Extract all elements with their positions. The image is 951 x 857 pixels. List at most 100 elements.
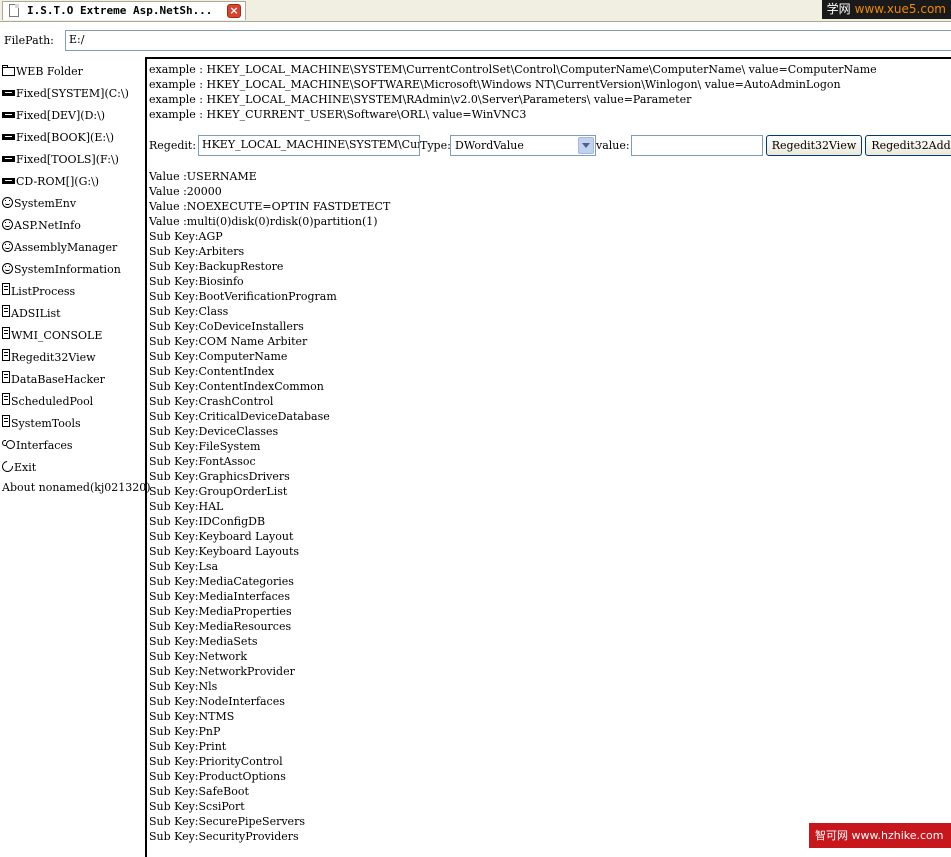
site-watermark: 学网 www.xue5.com: [821, 0, 951, 19]
sidebar-item[interactable]: ADSIList: [2, 304, 61, 324]
sidebar-item-label: WEB Folder: [16, 65, 83, 78]
sidebar-item-label: WMI_CONSOLE: [11, 329, 103, 342]
sidebar-item[interactable]: Fixed[SYSTEM](C:\): [2, 84, 129, 104]
sidebar-item-label: ADSIList: [11, 307, 61, 320]
drive-icon: [2, 134, 15, 140]
sidebar-item[interactable]: Fixed[BOOK](E:\): [2, 128, 114, 148]
smiley-icon: [2, 196, 13, 208]
result-line: Sub Key:FileSystem: [149, 440, 261, 453]
regedit-key-input[interactable]: HKEY_LOCAL_MACHINE\SYSTEM\CurrentCon: [198, 135, 420, 156]
sidebar-item-label: DataBaseHacker: [11, 373, 105, 386]
file-path-label: FilePath:: [4, 34, 54, 47]
drive-icon: [2, 178, 15, 184]
sidebar-item-label: ScheduledPool: [11, 395, 94, 408]
result-line: Sub Key:PnP: [149, 725, 221, 738]
result-line: Sub Key:GroupOrderList: [149, 485, 288, 498]
result-line: Sub Key:MediaResources: [149, 620, 292, 633]
sidebar-item-label: ASP.NetInfo: [14, 219, 81, 232]
smiley-icon: [2, 262, 13, 274]
tab-close-icon[interactable]: ×: [227, 4, 241, 18]
sidebar-item[interactable]: DataBaseHacker: [2, 370, 105, 390]
document-icon: [2, 415, 10, 427]
chevron-down-icon[interactable]: [578, 137, 594, 154]
folder-icon: [2, 64, 15, 76]
regedit-form: Regedit: HKEY_LOCAL_MACHINE\SYSTEM\Curre…: [149, 135, 951, 157]
registry-results: Value :USERNAME Value :20000 Value :NOEXEC…: [149, 169, 390, 844]
example-line: example : HKEY_LOCAL_MACHINE\SYSTEM\RAdm…: [149, 93, 692, 106]
result-line: Sub Key:MediaInterfaces: [149, 590, 290, 603]
result-line: Sub Key:SecurityProviders: [149, 830, 299, 843]
file-path-input[interactable]: E:/: [65, 30, 951, 51]
result-line: Sub Key:MediaSets: [149, 635, 258, 648]
example-line: example : HKEY_LOCAL_MACHINE\SYSTEM\Curr…: [149, 63, 877, 76]
type-select[interactable]: DWordValue: [450, 135, 596, 156]
result-line: Sub Key:FontAssoc: [149, 455, 256, 468]
sidebar-item[interactable]: CD-ROM[](G:\): [2, 172, 99, 192]
result-line: Sub Key:NodeInterfaces: [149, 695, 285, 708]
browser-tab[interactable]: I.S.T.O Extreme Asp.NetSh... ×: [2, 1, 246, 20]
document-icon: [2, 305, 10, 317]
sidebar-item[interactable]: WEB Folder: [2, 62, 83, 82]
result-line: Sub Key:MediaProperties: [149, 605, 292, 618]
sidebar-item-label: SystemTools: [11, 417, 81, 430]
result-line: Sub Key:CoDeviceInstallers: [149, 320, 304, 333]
sidebar-item[interactable]: Exit: [0, 458, 36, 478]
regedit32view-button[interactable]: Regedit32View: [766, 135, 862, 156]
sidebar-item[interactable]: Interfaces: [2, 436, 73, 456]
about-link[interactable]: About nonamed(kj021320): [2, 478, 151, 498]
main-panel: example : HKEY_LOCAL_MACHINE\SYSTEM\Curr…: [145, 57, 951, 857]
result-line: Sub Key:SafeBoot: [149, 785, 249, 798]
sidebar-item[interactable]: Regedit32View: [2, 348, 96, 368]
file-path-bar: FilePath: E:/: [0, 29, 951, 52]
watermark-url: www.xue5.com: [854, 2, 946, 16]
sidebar-item[interactable]: Fixed[TOOLS](F:\): [2, 150, 119, 170]
sidebar-item[interactable]: ScheduledPool: [2, 392, 93, 412]
type-select-value: DWordValue: [455, 139, 524, 152]
sidebar-item[interactable]: ASP.NetInfo: [2, 216, 81, 236]
sidebar-item-label: Fixed[BOOK](E:\): [16, 131, 115, 144]
sidebar-item[interactable]: AssemblyManager: [2, 238, 117, 258]
sidebar-item[interactable]: WMI_CONSOLE: [2, 326, 102, 346]
result-line: Sub Key:SecurePipeServers: [149, 815, 305, 828]
tab-bar: I.S.T.O Extreme Asp.NetSh... × 学网 www.xue…: [0, 0, 951, 22]
result-line: Sub Key:Network: [149, 650, 248, 663]
result-line: Value :USERNAME: [149, 170, 257, 183]
result-line: Sub Key:GraphicsDrivers: [149, 470, 290, 483]
sidebar-item-label: Fixed[SYSTEM](C:\): [16, 87, 129, 100]
sidebar-item-label: Fixed[DEV](D:\): [16, 109, 106, 122]
sidebar-item[interactable]: SystemInformation: [2, 260, 121, 280]
result-line: Sub Key:ScsiPort: [149, 800, 245, 813]
drive-icon: [2, 156, 15, 162]
sidebar-item[interactable]: SystemTools: [2, 414, 81, 434]
sidebar-item-label: SystemInformation: [14, 263, 121, 276]
sidebar-item[interactable]: SystemEnv: [2, 194, 76, 214]
regedit-label: Regedit:: [149, 139, 197, 152]
watermark-site: 学网: [826, 2, 851, 16]
result-line: Sub Key:Arbiters: [149, 245, 245, 258]
interfaces-icon: [2, 439, 15, 450]
regedit32add-button[interactable]: Regedit32Add: [865, 135, 951, 156]
sidebar-item[interactable]: Fixed[DEV](D:\): [2, 106, 105, 126]
bottom-watermark: 智可网 www.hzhike.com: [809, 823, 951, 848]
document-icon: [2, 371, 10, 383]
document-icon: [2, 349, 10, 361]
sidebar-item-label: AssemblyManager: [14, 241, 118, 254]
sidebar-item-label: Regedit32View: [11, 351, 96, 364]
result-line: Sub Key:Print: [149, 740, 227, 753]
result-line: Sub Key:Keyboard Layouts: [149, 545, 300, 558]
result-line: Value :20000: [149, 185, 222, 198]
drive-icon: [2, 90, 15, 96]
result-line: Sub Key:PriorityControl: [149, 755, 283, 768]
sidebar-item[interactable]: ListProcess: [2, 282, 75, 302]
sidebar-item-label: Fixed[TOOLS](F:\): [16, 153, 119, 166]
result-line: Sub Key:CriticalDeviceDatabase: [149, 410, 330, 423]
result-line: Sub Key:AGP: [149, 230, 223, 243]
result-line: Sub Key:IDConfigDB: [149, 515, 266, 528]
result-line: Sub Key:MediaCategories: [149, 575, 294, 588]
sidebar-item-label: SystemEnv: [14, 197, 77, 210]
result-line: Value :NOEXECUTE=OPTIN FASTDETECT: [149, 200, 391, 213]
type-label: Type:: [420, 139, 451, 152]
exit-icon: [0, 458, 16, 474]
smiley-icon: [2, 240, 13, 252]
value-input[interactable]: [631, 135, 763, 156]
